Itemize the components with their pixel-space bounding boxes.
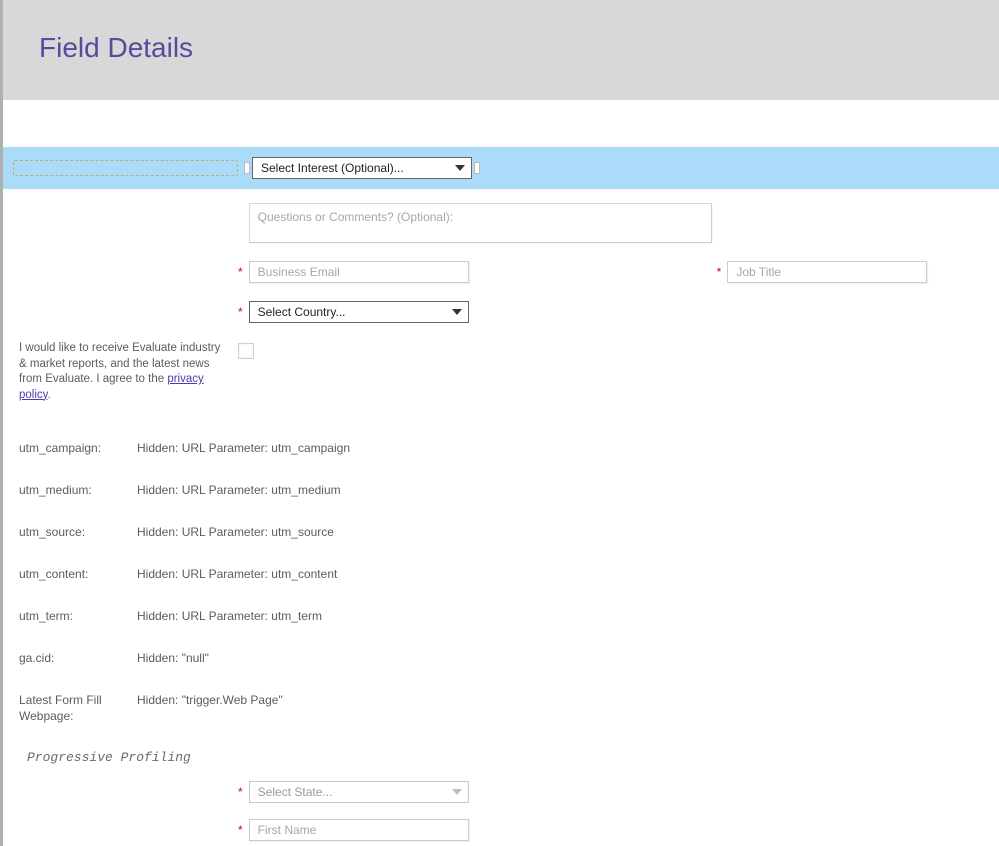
hidden-field-value: Hidden: URL Parameter: utm_medium	[137, 483, 341, 497]
consent-checkbox[interactable]	[238, 343, 254, 359]
row-state: * Select State...	[3, 781, 999, 803]
hidden-field-row[interactable]: utm_term: Hidden: URL Parameter: utm_ter…	[19, 609, 999, 623]
hidden-field-value: Hidden: URL Parameter: utm_campaign	[137, 441, 350, 455]
hidden-field-label: Latest Form Fill Webpage:	[19, 693, 137, 724]
resize-handle-left[interactable]	[244, 162, 250, 174]
required-asterisk: *	[238, 781, 243, 803]
row-comments: *	[3, 203, 999, 243]
chevron-down-icon	[452, 309, 462, 315]
page-title: Field Details	[39, 32, 999, 64]
hidden-field-row[interactable]: Latest Form Fill Webpage: Hidden: "trigg…	[19, 693, 999, 724]
business-email-input[interactable]	[249, 261, 469, 283]
chevron-down-icon	[455, 165, 465, 171]
hidden-field-label: ga.cid:	[19, 651, 137, 665]
hidden-field-value: Hidden: URL Parameter: utm_term	[137, 609, 322, 623]
consent-text-b: .	[48, 389, 51, 401]
drop-slot[interactable]	[13, 160, 238, 176]
state-select[interactable]: Select State...	[249, 781, 469, 803]
country-select-text: Select Country...	[258, 305, 346, 319]
hidden-fields-list: utm_campaign: Hidden: URL Parameter: utm…	[3, 433, 999, 724]
hidden-field-label: utm_term:	[19, 609, 137, 623]
hidden-field-row[interactable]: utm_medium: Hidden: URL Parameter: utm_m…	[19, 483, 999, 497]
row-first-name: *	[3, 819, 999, 841]
first-name-input[interactable]	[249, 819, 469, 841]
hidden-field-row[interactable]: utm_source: Hidden: URL Parameter: utm_s…	[19, 525, 999, 539]
hidden-field-value: Hidden: "trigger.Web Page"	[137, 693, 283, 724]
required-asterisk: *	[238, 261, 243, 283]
progressive-profiling-heading: Progressive Profiling	[3, 746, 999, 781]
chevron-down-icon	[452, 789, 462, 795]
hidden-field-value: Hidden: URL Parameter: utm_source	[137, 525, 334, 539]
hidden-field-value: Hidden: "null"	[137, 651, 209, 665]
row-consent: I would like to receive Evaluate industr…	[3, 341, 999, 403]
hidden-field-value: Hidden: URL Parameter: utm_content	[137, 567, 337, 581]
state-select-text: Select State...	[258, 785, 333, 799]
hidden-field-row[interactable]: ga.cid: Hidden: "null"	[19, 651, 999, 665]
form-canvas: Select Interest (Optional)... * * * * Se…	[3, 100, 999, 841]
interest-select-text: Select Interest (Optional)...	[261, 161, 404, 175]
job-title-input[interactable]	[727, 261, 927, 283]
selected-form-row[interactable]: Select Interest (Optional)...	[3, 147, 999, 189]
row-email-jobtitle: * *	[3, 261, 999, 283]
interest-select[interactable]: Select Interest (Optional)...	[252, 157, 472, 179]
resize-handle-right[interactable]	[474, 162, 480, 174]
comments-textarea[interactable]	[249, 203, 712, 243]
hidden-field-label: utm_content:	[19, 567, 137, 581]
country-select[interactable]: Select Country...	[249, 301, 469, 323]
required-asterisk: *	[238, 301, 243, 323]
hidden-field-row[interactable]: utm_campaign: Hidden: URL Parameter: utm…	[19, 441, 999, 455]
hidden-field-label: utm_campaign:	[19, 441, 137, 455]
consent-label: I would like to receive Evaluate industr…	[13, 341, 238, 403]
page-header: Field Details	[3, 0, 999, 100]
hidden-field-row[interactable]: utm_content: Hidden: URL Parameter: utm_…	[19, 567, 999, 581]
hidden-field-label: utm_medium:	[19, 483, 137, 497]
row-country: * Select Country...	[3, 301, 999, 323]
required-asterisk: *	[717, 261, 722, 283]
hidden-field-label: utm_source:	[19, 525, 137, 539]
required-asterisk: *	[238, 819, 243, 841]
